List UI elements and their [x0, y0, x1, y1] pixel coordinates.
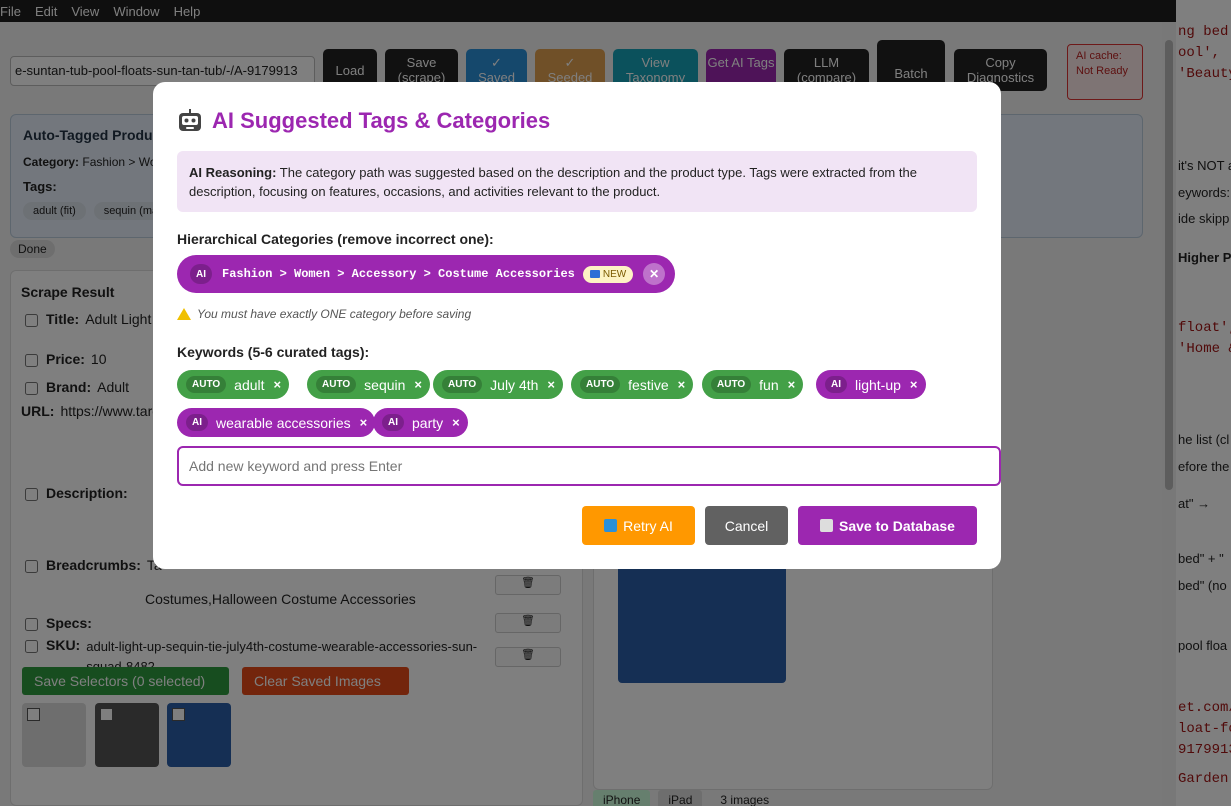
- remove-keyword-button[interactable]: ×: [360, 415, 368, 430]
- remove-keyword-button[interactable]: ×: [547, 377, 555, 392]
- category-warning: You must have exactly ONE category befor…: [177, 307, 471, 321]
- keyword-source-badge: AUTO: [580, 376, 621, 393]
- keyword-source-badge: AI: [186, 414, 208, 431]
- keyword-text: fun: [759, 376, 779, 393]
- reasoning-text: The category path was suggested based on…: [189, 165, 917, 199]
- remove-keyword-button[interactable]: ×: [788, 377, 796, 392]
- keyword-text: sequin: [364, 376, 406, 393]
- new-badge-label: NEW: [602, 268, 627, 280]
- floppy-disk-icon: [820, 519, 834, 532]
- new-keyword-input[interactable]: [177, 446, 1001, 486]
- cancel-button[interactable]: Cancel: [705, 506, 788, 545]
- keyword-text: wearable accessories: [216, 414, 351, 431]
- remove-keyword-button[interactable]: ×: [274, 377, 282, 392]
- ai-tags-modal: AI Suggested Tags & Categories AI Reason…: [153, 82, 1001, 569]
- remove-keyword-button[interactable]: ×: [452, 415, 460, 430]
- save-to-database-button[interactable]: Save to Database: [798, 506, 977, 545]
- keyword-chip-festive: AUTO festive ×: [571, 370, 694, 399]
- reasoning-label: AI Reasoning:: [189, 165, 277, 180]
- keyword-text: party: [412, 414, 444, 431]
- remove-category-button[interactable]: ✕: [643, 263, 666, 285]
- category-path: Fashion > Women > Accessory > Costume Ac…: [222, 267, 575, 281]
- warning-icon: [177, 308, 191, 320]
- categories-label: Hierarchical Categories (remove incorrec…: [177, 231, 494, 247]
- warning-text: You must have exactly ONE category befor…: [197, 307, 472, 321]
- robot-icon: [179, 109, 201, 131]
- keyword-text: adult: [234, 376, 265, 393]
- new-icon: [589, 270, 600, 278]
- keyword-text: light-up: [855, 376, 901, 393]
- ai-source-badge: AI: [190, 264, 212, 284]
- keyword-text: July 4th: [490, 376, 539, 393]
- keyword-chip-adult: AUTO adult ×: [177, 370, 290, 399]
- keyword-source-badge: AI: [825, 376, 847, 393]
- keyword-chip-light-up: AI light-up ×: [816, 370, 926, 399]
- new-badge: NEW: [582, 265, 634, 283]
- keyword-text: festive: [628, 376, 669, 393]
- keyword-chip-july-4th: AUTO July 4th ×: [433, 370, 563, 399]
- keyword-source-badge: AUTO: [186, 376, 227, 393]
- keywords-label: Keywords (5-6 curated tags):: [177, 344, 370, 360]
- refresh-icon: [604, 519, 618, 532]
- keyword-chip-party: AI party ×: [373, 408, 468, 437]
- modal-title: AI Suggested Tags & Categories: [177, 108, 550, 134]
- remove-keyword-button[interactable]: ×: [414, 377, 422, 392]
- category-pill: AI Fashion > Women > Accessory > Costume…: [177, 255, 676, 293]
- keyword-chip-sequin: AUTO sequin ×: [307, 370, 431, 399]
- keyword-source-badge: AUTO: [316, 376, 357, 393]
- keyword-source-badge: AI: [382, 414, 404, 431]
- keyword-source-badge: AUTO: [442, 376, 483, 393]
- modal-title-text: AI Suggested Tags & Categories: [212, 108, 551, 133]
- retry-ai-button[interactable]: Retry AI: [582, 506, 695, 545]
- keyword-chip-wearable-accessories: AI wearable accessories ×: [177, 408, 376, 437]
- keyword-source-badge: AUTO: [711, 376, 752, 393]
- retry-ai-label: Retry AI: [623, 517, 673, 534]
- ai-reasoning-box: AI Reasoning: The category path was sugg…: [177, 151, 977, 212]
- keyword-chip-fun: AUTO fun ×: [702, 370, 804, 399]
- save-to-database-label: Save to Database: [839, 517, 955, 534]
- remove-keyword-button[interactable]: ×: [678, 377, 686, 392]
- remove-keyword-button[interactable]: ×: [910, 377, 918, 392]
